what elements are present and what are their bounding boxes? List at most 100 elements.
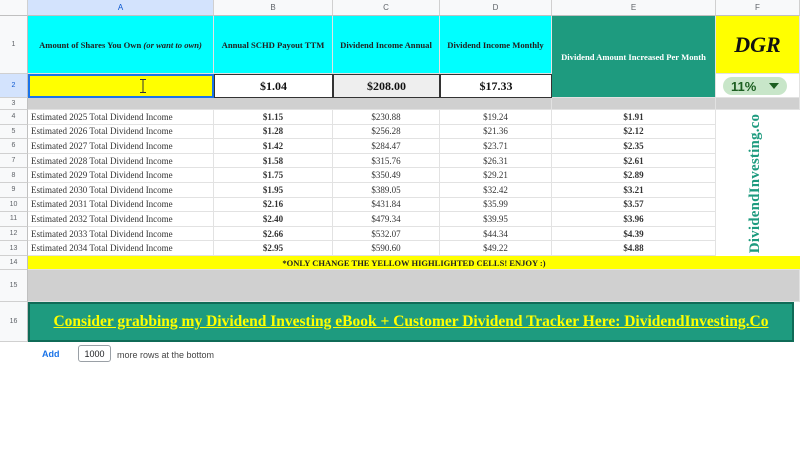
column-header-c[interactable]: C (333, 0, 440, 16)
header-increase-per-month[interactable]: Dividend Amount Increased Per Month (552, 16, 716, 98)
cell-payout[interactable]: $1.28 (214, 124, 333, 140)
cell-payout[interactable]: $2.95 (214, 241, 333, 256)
row-header-6[interactable]: 6 (0, 139, 28, 154)
header-payout-ttm[interactable]: Annual SCHD Payout TTM (214, 16, 333, 74)
header-income-annual[interactable]: Dividend Income Annual (333, 16, 440, 74)
shares-input-cell[interactable] (28, 74, 214, 98)
cell-increase[interactable]: $3.21 (552, 183, 716, 198)
cell-monthly[interactable]: $44.34 (440, 226, 552, 242)
cell-increase[interactable]: $2.89 (552, 168, 716, 183)
spacer-row-15 (28, 270, 800, 302)
cell-increase[interactable]: $3.96 (552, 212, 716, 227)
cell-label[interactable]: Estimated 2034 Total Dividend Income (28, 241, 214, 256)
header-income-monthly[interactable]: Dividend Income Monthly (440, 16, 552, 74)
row-header-7[interactable]: 7 (0, 153, 28, 169)
brand-vertical-text: DividendInvesting.co (747, 113, 764, 253)
cell-monthly[interactable]: $26.31 (440, 153, 552, 169)
cell-annual[interactable]: $350.49 (333, 168, 440, 183)
header-shares-prefix: Amount of Shares You Own (39, 39, 144, 50)
header-shares-owned[interactable]: Amount of Shares You Own (or want to own… (28, 16, 214, 74)
row-header-14[interactable]: 14 (0, 256, 28, 270)
cell-payout[interactable]: $2.16 (214, 197, 333, 213)
spacer-row-3-f (716, 98, 800, 110)
cell-annual[interactable]: $389.05 (333, 183, 440, 198)
row-header-10[interactable]: 10 (0, 197, 28, 213)
cell-label[interactable]: Estimated 2026 Total Dividend Income (28, 124, 214, 140)
column-header-d[interactable]: D (440, 0, 552, 16)
cell-monthly[interactable]: $35.99 (440, 197, 552, 213)
row-header-2[interactable]: 2 (0, 74, 28, 98)
promo-link[interactable]: Consider grabbing my Dividend Investing … (53, 313, 768, 331)
cell-payout[interactable]: $1.15 (214, 110, 333, 125)
column-header-e[interactable]: E (552, 0, 716, 16)
chevron-down-icon[interactable] (769, 83, 779, 89)
promo-banner[interactable]: Consider grabbing my Dividend Investing … (28, 302, 794, 342)
cell-monthly[interactable]: $21.36 (440, 124, 552, 140)
row-header-3[interactable]: 3 (0, 98, 28, 110)
row-header-12[interactable]: 12 (0, 226, 28, 242)
cell-annual[interactable]: $315.76 (333, 153, 440, 169)
row-header-8[interactable]: 8 (0, 168, 28, 183)
cell-payout[interactable]: $1.95 (214, 183, 333, 198)
header-shares-label: Amount of Shares You Own (or want to own… (39, 40, 202, 50)
cell-payout[interactable]: $2.66 (214, 226, 333, 242)
cell-payout[interactable]: $2.40 (214, 212, 333, 227)
cell-annual[interactable]: $532.07 (333, 226, 440, 242)
rows-suffix-label: more rows at the bottom (117, 350, 215, 360)
column-header-b[interactable]: B (214, 0, 333, 16)
cell-annual[interactable]: $479.34 (333, 212, 440, 227)
cell-label[interactable]: Estimated 2028 Total Dividend Income (28, 153, 214, 169)
income-monthly-value-cell[interactable]: $17.33 (440, 74, 552, 98)
row-header-4[interactable]: 4 (0, 110, 28, 125)
row-header-13[interactable]: 13 (0, 241, 28, 256)
cell-payout[interactable]: $1.75 (214, 168, 333, 183)
header-dgr[interactable]: DGR (716, 16, 800, 74)
cell-annual[interactable]: $590.60 (333, 241, 440, 256)
cell-annual[interactable]: $230.88 (333, 110, 440, 125)
cell-monthly[interactable]: $29.21 (440, 168, 552, 183)
row-header-16[interactable]: 16 (0, 302, 28, 342)
cell-increase[interactable]: $4.39 (552, 226, 716, 242)
select-all-corner[interactable] (0, 0, 28, 16)
cell-label[interactable]: Estimated 2032 Total Dividend Income (28, 212, 214, 227)
cell-monthly[interactable]: $32.42 (440, 183, 552, 198)
spacer-row-3 (28, 98, 552, 110)
cell-annual[interactable]: $256.28 (333, 124, 440, 140)
cell-increase[interactable]: $1.91 (552, 110, 716, 125)
cell-label[interactable]: Estimated 2033 Total Dividend Income (28, 226, 214, 242)
cell-increase[interactable]: $2.61 (552, 153, 716, 169)
row-header-11[interactable]: 11 (0, 212, 28, 227)
cell-increase[interactable]: $3.57 (552, 197, 716, 213)
dgr-selected-value: 11% (731, 78, 757, 94)
row-header-15[interactable]: 15 (0, 270, 28, 302)
cell-monthly[interactable]: $19.24 (440, 110, 552, 125)
cell-payout[interactable]: $1.42 (214, 139, 333, 154)
row-header-5[interactable]: 5 (0, 124, 28, 140)
cell-monthly[interactable]: $23.71 (440, 139, 552, 154)
column-header-f[interactable]: F (716, 0, 800, 16)
spacer-row-3-e (552, 98, 716, 110)
text-cursor-icon (140, 79, 146, 93)
dgr-dropdown[interactable]: 11% (723, 77, 787, 95)
cell-increase[interactable]: $4.88 (552, 241, 716, 256)
cell-increase[interactable]: $2.35 (552, 139, 716, 154)
row-header-9[interactable]: 9 (0, 183, 28, 198)
cell-label[interactable]: Estimated 2029 Total Dividend Income (28, 168, 214, 183)
column-header-a[interactable]: A (28, 0, 214, 16)
cell-label[interactable]: Estimated 2027 Total Dividend Income (28, 139, 214, 154)
cell-label[interactable]: Estimated 2031 Total Dividend Income (28, 197, 214, 213)
cell-increase[interactable]: $2.12 (552, 124, 716, 140)
rows-count-input[interactable]: 1000 (78, 345, 111, 362)
row-header-1[interactable]: 1 (0, 16, 28, 74)
cell-monthly[interactable]: $49.22 (440, 241, 552, 256)
cell-annual[interactable]: $431.84 (333, 197, 440, 213)
cell-annual[interactable]: $284.47 (333, 139, 440, 154)
brand-vertical-cell: DividendInvesting.co (716, 110, 796, 256)
income-annual-value-cell[interactable]: $208.00 (333, 74, 440, 98)
cell-label[interactable]: Estimated 2030 Total Dividend Income (28, 183, 214, 198)
payout-value-cell[interactable]: $1.04 (214, 74, 333, 98)
add-rows-button[interactable]: Add (42, 349, 60, 359)
cell-label[interactable]: Estimated 2025 Total Dividend Income (28, 110, 214, 125)
cell-monthly[interactable]: $39.95 (440, 212, 552, 227)
cell-payout[interactable]: $1.58 (214, 153, 333, 169)
